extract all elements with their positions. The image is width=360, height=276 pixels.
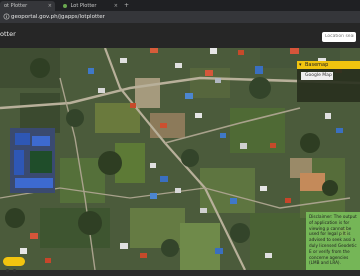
dot-icon [13, 269, 16, 272]
site-favicon-icon [63, 3, 67, 8]
address-bar[interactable]: geoportal.gov.ph/jgapps/lotplotter [0, 11, 360, 23]
browser-tab-active[interactable]: ot Plotter × [0, 1, 55, 11]
basemap-header[interactable]: ▾ Basemap [297, 61, 360, 69]
browser-tab-bar: ot Plotter × Lot Plotter × + [0, 0, 360, 11]
new-tab-icon[interactable]: + [124, 1, 129, 11]
scale-toggle-button[interactable] [3, 257, 25, 272]
disclaimer-box: Disclaimer: The output of application is… [306, 212, 360, 270]
close-icon[interactable]: × [114, 1, 118, 11]
location-search-input[interactable] [322, 32, 356, 42]
dot-icon [6, 269, 9, 272]
url-text[interactable]: geoportal.gov.ph/jgapps/lotplotter [11, 11, 105, 23]
close-icon[interactable]: × [48, 1, 52, 11]
basemap-option-google-map[interactable]: Google Map [301, 72, 333, 80]
app-header: otter [0, 23, 360, 49]
basemap-title: Basemap [305, 62, 329, 68]
app-title: otter [0, 30, 16, 38]
tab-label: Lot Plotter [70, 3, 97, 9]
caret-down-icon: ▾ [299, 62, 302, 68]
basemap-panel: ▾ Basemap Google Map [297, 61, 360, 102]
tab-label: ot Plotter [4, 3, 28, 9]
site-info-icon[interactable] [3, 13, 10, 20]
browser-tab[interactable]: Lot Plotter × [57, 1, 121, 11]
